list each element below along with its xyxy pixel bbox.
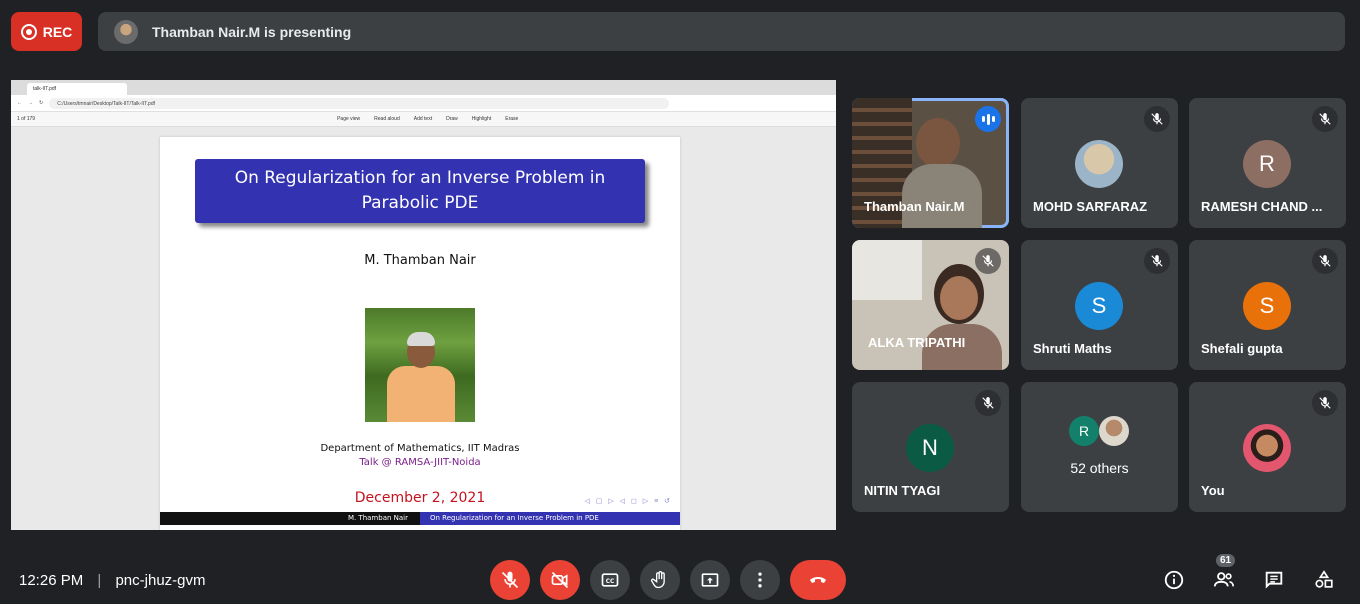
meeting-code: pnc-jhuz-gvm [115, 572, 206, 589]
people-icon [1213, 572, 1234, 587]
mic-off-icon [1144, 248, 1170, 274]
record-icon [20, 23, 37, 40]
pdf-viewer: On Regularization for an Inverse Problem… [11, 127, 836, 530]
participant-tile-alka[interactable]: ALKA TRIPATHI [852, 240, 1009, 370]
mic-off-icon [501, 571, 519, 589]
url-text: C:/Users/tmnair/Desktop/Talk-IIT/Talk-II… [57, 100, 156, 107]
participant-name: NITIN TYAGI [864, 483, 941, 498]
activities-shapes-icon [1315, 570, 1333, 588]
mic-off-icon [975, 390, 1001, 416]
tab-title: talk-IIT.pdf [33, 86, 57, 92]
call-controls: CC [490, 560, 846, 600]
leave-call-button[interactable] [790, 560, 846, 600]
browser-urlbar: ← → ↻ C:/Users/tmnair/Desktop/Talk-IIT/T… [11, 95, 836, 112]
participant-name: Shefali gupta [1201, 341, 1283, 356]
info-icon [1164, 570, 1184, 590]
others-count: 52 others [1070, 460, 1129, 476]
participant-name: Shruti Maths [1033, 341, 1112, 356]
speaking-indicator-icon [975, 106, 1001, 132]
participant-name: Thamban Nair.M [864, 199, 965, 214]
browser-tabstrip: talk-IIT.pdf [11, 80, 836, 95]
tool-draw[interactable]: Draw [446, 116, 458, 122]
mic-off-icon [975, 248, 1001, 274]
camera-toggle-button[interactable] [540, 560, 580, 600]
captions-button[interactable]: CC [590, 560, 630, 600]
clock: 12:26 PM [19, 572, 84, 589]
footer-left: M. Thamban Nair [160, 512, 420, 525]
present-screen-icon [701, 573, 719, 587]
meeting-info: 12:26 PM | pnc-jhuz-gvm [19, 572, 206, 589]
tool-highlight[interactable]: Highlight [472, 116, 491, 122]
forward-icon[interactable]: → [28, 100, 33, 106]
hand-icon [650, 571, 665, 589]
meeting-details-button[interactable] [1160, 566, 1188, 594]
participant-tile-shefali[interactable]: S Shefali gupta [1189, 240, 1346, 370]
participant-tile-you[interactable]: You [1189, 382, 1346, 512]
presenter-banner: Thamban Nair.M is presenting [98, 12, 1345, 51]
tool-read-aloud[interactable]: Read aloud [374, 116, 400, 122]
reload-icon[interactable]: ↻ [39, 100, 43, 106]
more-vert-icon [758, 572, 762, 588]
participant-name: You [1201, 483, 1225, 498]
beamer-nav-icons: ◁ ▢ ▷ ◁ ◻ ▷ ≡ ↺ [584, 498, 672, 505]
avatar [1099, 416, 1129, 446]
camera-off-icon [551, 571, 569, 589]
recording-indicator[interactable]: REC [11, 12, 82, 51]
participant-tile-sarfaraz[interactable]: MOHD SARFARAZ [1021, 98, 1178, 228]
slide-talk: Talk @ RAMSA-JIIT-Noida [359, 457, 481, 468]
more-options-button[interactable] [740, 560, 780, 600]
recording-label: REC [42, 23, 73, 40]
participant-name: RAMESH CHAND ... [1201, 199, 1323, 214]
page-indicator[interactable]: 1 of 179 [17, 116, 35, 122]
participant-name: ALKA TRIPATHI [868, 335, 966, 350]
participant-tile-others[interactable]: R 52 others [1021, 382, 1178, 512]
avatar: R [1069, 416, 1099, 446]
slide-department: Department of Mathematics, IIT Madras [320, 443, 520, 454]
participant-tile-ramesh[interactable]: R RAMESH CHAND ... [1189, 98, 1346, 228]
svg-text:CC: CC [606, 579, 615, 585]
present-now-button[interactable] [690, 560, 730, 600]
participant-tile-nitin[interactable]: N NITIN TYAGI [852, 382, 1009, 512]
mic-off-icon [1144, 106, 1170, 132]
meeting-side-controls: 61 [1160, 554, 1338, 594]
avatar: N [906, 424, 954, 472]
mic-off-icon [1312, 390, 1338, 416]
people-count-badge: 61 [1216, 554, 1236, 567]
chat-icon [1265, 571, 1283, 589]
avatar: R [1243, 140, 1291, 188]
address-bar[interactable]: C:/Users/tmnair/Desktop/Talk-IIT/Talk-II… [49, 97, 670, 109]
slide-title: On Regularization for an Inverse Problem… [195, 159, 645, 223]
avatar: S [1243, 282, 1291, 330]
avatar: S [1075, 282, 1123, 330]
footer-right: On Regularization for an Inverse Problem… [420, 512, 680, 525]
back-icon[interactable]: ← [17, 100, 22, 106]
call-end-icon [810, 577, 826, 583]
slide: On Regularization for an Inverse Problem… [160, 137, 680, 530]
activities-button[interactable] [1310, 566, 1338, 594]
browser-tab[interactable]: talk-IIT.pdf [27, 83, 127, 95]
avatar [1243, 424, 1291, 472]
slide-author: M. Thamban Nair [364, 253, 476, 268]
pdf-toolbar: 1 of 179 Page view Read aloud Add text D… [11, 112, 836, 127]
presenter-avatar [114, 19, 138, 44]
tool-erase[interactable]: Erase [505, 116, 518, 122]
closed-captions-icon: CC [601, 573, 619, 587]
author-photo [365, 308, 475, 422]
mic-off-icon [1312, 106, 1338, 132]
chat-button[interactable] [1260, 566, 1288, 594]
shared-screen: talk-IIT.pdf ← → ↻ C:/Users/tmnair/Deskt… [11, 80, 836, 530]
people-button[interactable]: 61 [1210, 554, 1238, 594]
tool-page-view[interactable]: Page view [337, 116, 360, 122]
raise-hand-button[interactable] [640, 560, 680, 600]
participant-tile-thamban[interactable]: Thamban Nair.M [852, 98, 1009, 228]
participant-name: MOHD SARFARAZ [1033, 199, 1148, 214]
presenter-text: Thamban Nair.M is presenting [152, 23, 352, 40]
avatar [1075, 140, 1123, 188]
tool-add-text[interactable]: Add text [414, 116, 432, 122]
slide-footer: M. Thamban Nair On Regularization for an… [160, 512, 680, 525]
participant-tile-shruti[interactable]: S Shruti Maths [1021, 240, 1178, 370]
mic-toggle-button[interactable] [490, 560, 530, 600]
mic-off-icon [1312, 248, 1338, 274]
